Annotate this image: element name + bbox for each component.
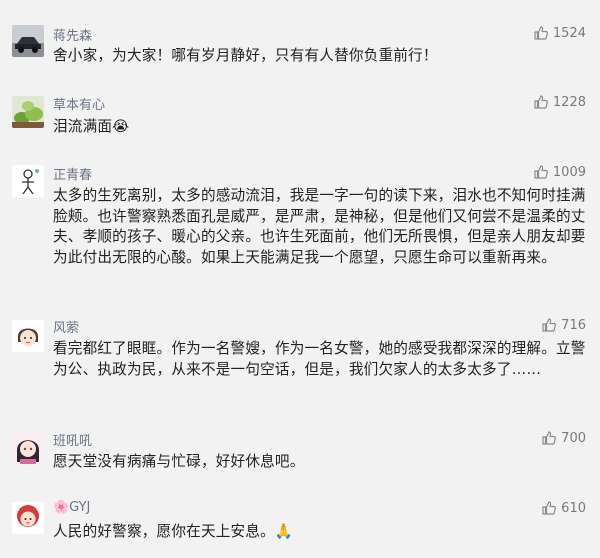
comment-username[interactable]: 风萦 [53,317,79,336]
comment-username[interactable]: 草本有心 [53,94,105,113]
like-count: 610 [561,500,586,516]
like-button[interactable]: 1009 [533,164,586,180]
like-button[interactable]: 1228 [533,94,586,110]
like-button[interactable]: 1524 [533,25,586,41]
like-button[interactable]: 700 [541,430,586,446]
plant-photo-avatar[interactable] [12,96,44,128]
like-button[interactable]: 610 [541,500,586,516]
comment-item: 草本有心 1228 泪流满面😭 [0,80,600,160]
comment-text: 愿天堂没有病痛与忙碌，好好休息吧。 [53,453,305,470]
like-button[interactable]: 716 [541,317,586,333]
comment-username[interactable]: 蒋先森 [53,25,92,44]
comment-text: 看完都红了眼眶。作为一名警嫂，作为一名女警，她的感受我都深深的理解。立警为公、执… [53,340,586,378]
like-count: 1524 [552,25,586,41]
car-photo-avatar[interactable] [12,25,44,57]
comment-text: 泪流满面😭 [53,118,130,135]
comment-username[interactable]: 🌸GYJ [53,500,90,515]
comment-text: 人民的好警察，愿你在天上安息。🙏 [53,523,294,540]
thumbs-up-icon [542,501,557,515]
comment-username[interactable]: 正青春 [53,164,92,183]
like-count: 1228 [552,94,586,110]
red-hair-cartoon-avatar[interactable] [12,502,44,534]
cartoon-girl-avatar[interactable] [12,320,44,352]
thumbs-up-icon [534,26,548,40]
comment-item: 风萦 716 看完都红了眼眶。作为一名警嫂，作为一名女警，她的感受我都深深的理解… [0,310,600,420]
comment-item: 正青春 1009 太多的生死离别，太多的感动流泪，我是一字一句的读下来，泪水也不… [0,160,600,310]
comment-item: 班吼吼 700 愿天堂没有病痛与忙碌，好好休息吧。 [0,420,600,490]
like-count: 700 [561,430,586,446]
thumbs-up-icon [534,165,548,179]
sketch-figure-avatar[interactable] [12,165,44,197]
thumbs-up-icon [534,95,548,109]
anime-avatar[interactable] [12,432,44,464]
comment-text: 太多的生死离别，太多的感动流泪，我是一字一句的读下来，泪水也不知何时挂满脸颊。也… [53,187,586,266]
comment-username[interactable]: 班吼吼 [53,430,92,449]
comment-item: 蒋先森 1524 舍小家，为大家！哪有岁月静好，只有有人替你负重前行！ [0,0,600,80]
like-count: 1009 [552,164,586,180]
like-count: 716 [561,317,586,333]
comment-text: 舍小家，为大家！哪有岁月静好，只有有人替你负重前行！ [53,47,438,64]
comment-item: 🌸GYJ 610 人民的好警察，愿你在天上安息。🙏 [0,490,600,558]
thumbs-up-icon [542,431,557,445]
thumbs-up-icon [542,318,557,332]
